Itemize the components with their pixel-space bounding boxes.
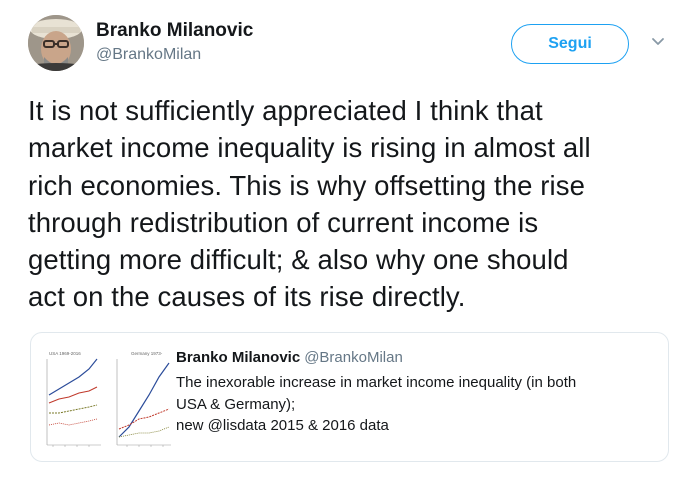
quoted-tweet-thumbnail[interactable]: USA 1969-2016 Germany 1973- [39, 347, 174, 457]
tweet-text-line: It is not sufficiently appreciated I thi… [28, 95, 543, 126]
tweet-text: It is not sufficiently appreciated I thi… [28, 92, 683, 316]
quoted-tweet-card[interactable]: USA 1969-2016 Germany 1973- Branko Milan… [30, 332, 669, 462]
follow-button[interactable]: Segui [511, 24, 629, 64]
quoted-tweet-text-line: The inexorable increase in market income… [176, 374, 577, 391]
author-handle[interactable]: @BrankoMilan [96, 46, 201, 64]
chevron-down-icon[interactable] [650, 34, 666, 50]
quoted-tweet-text-line: new @lisdata 2015 & 2016 data [176, 417, 389, 434]
quoted-tweet-text-line: USA & Germany); [176, 395, 296, 413]
avatar[interactable] [28, 15, 84, 71]
quoted-tweet-text: The inexorable increase in market income… [176, 372, 656, 437]
quoted-author[interactable]: Branko Milanovic @BrankoMilan [176, 349, 403, 366]
tweet-text-line: rich economies. This is why offsetting t… [28, 169, 585, 201]
tweet-header: Branko Milanovic @BrankoMilan Segui [0, 0, 700, 90]
tweet-text-line: market income inequality is rising in al… [28, 132, 591, 164]
quoted-author-name: Branko Milanovic [176, 349, 301, 366]
author-name[interactable]: Branko Milanovic [96, 20, 253, 42]
tweet-text-line: act on the causes of its rise directly. [28, 281, 466, 313]
thumbnail-left-title: USA 1969-2016 [49, 351, 81, 356]
quoted-author-handle: @BrankoMilan [304, 349, 403, 366]
tweet-text-line: getting more difficult; & also why one s… [28, 244, 569, 276]
thumbnail-right-title: Germany 1973- [131, 351, 163, 356]
tweet-text-line: through redistribution of current income… [28, 206, 539, 238]
